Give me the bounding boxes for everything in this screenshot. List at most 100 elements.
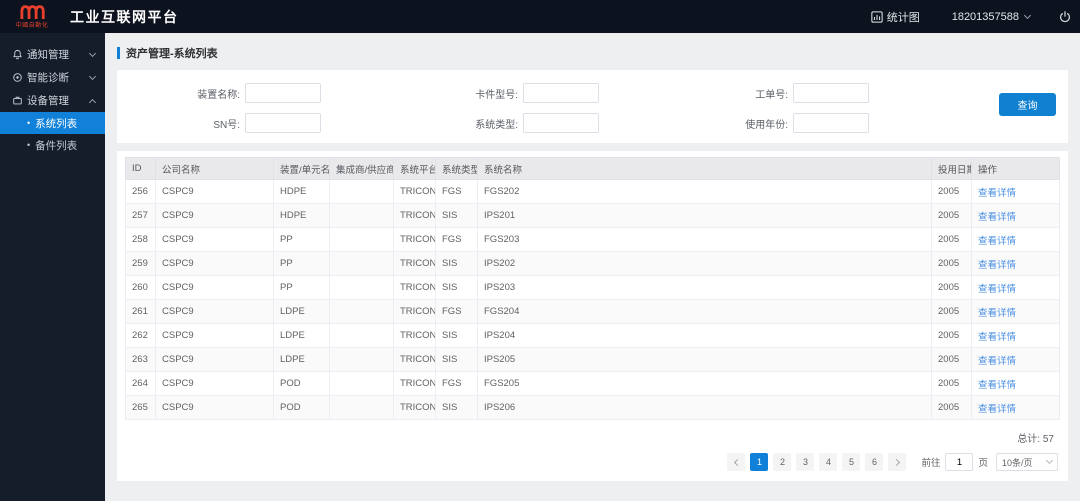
prev-page-button[interactable] [727, 453, 746, 471]
cell-year: 2005 [931, 299, 972, 324]
page-button-1[interactable]: 1 [750, 453, 769, 471]
cell-year: 2005 [931, 251, 972, 276]
column-header: 操作 [971, 157, 1060, 180]
cell-id: 261 [125, 299, 156, 324]
usage-year-input[interactable] [793, 113, 869, 133]
cell-type: SIS [435, 347, 478, 372]
page-buttons: 123456 [750, 453, 884, 471]
chevron-down-icon [1045, 456, 1054, 465]
table-row: 258 CSPC9 PP TRICON FGS FGS203 2005 查看详情 [125, 227, 1060, 252]
view-details-link[interactable]: 查看详情 [978, 308, 1016, 319]
cell-platform: TRICON [393, 371, 436, 396]
user-phone: 18201357588 [951, 10, 1019, 23]
logout-button[interactable] [1058, 10, 1072, 24]
system-type-input[interactable] [523, 113, 599, 133]
table-header-row: ID公司名称装置/单元名称集成商/供应商系统平台系统类型系统名称投用日期操作 [125, 157, 1060, 180]
sidebar-subitem-spare-parts-list[interactable]: • 备件列表 [0, 134, 105, 156]
view-details-link[interactable]: 查看详情 [978, 260, 1016, 271]
next-page-button[interactable] [888, 453, 907, 471]
search-button[interactable]: 查询 [999, 93, 1056, 116]
system-table: ID公司名称装置/单元名称集成商/供应商系统平台系统类型系统名称投用日期操作 2… [125, 157, 1060, 420]
breadcrumb: 资产管理-系统列表 [117, 45, 1068, 61]
filter-grid: 装置名称: 卡件型号: 工单号: SN号: 系统类型: 使用年份: [117, 83, 1068, 133]
user-menu[interactable]: 18201357588 [951, 10, 1032, 23]
page-button-5[interactable]: 5 [842, 453, 861, 471]
table-row: 265 CSPC9 POD TRICON SIS IPS206 2005 查看详情 [125, 395, 1060, 420]
cell-company: CSPC9 [155, 323, 274, 348]
cell-type: FGS [435, 299, 478, 324]
device-name-input[interactable] [245, 83, 321, 103]
table-row: 260 CSPC9 PP TRICON SIS IPS203 2005 查看详情 [125, 275, 1060, 300]
view-details-link[interactable]: 查看详情 [978, 188, 1016, 199]
sidebar-subitem-system-list[interactable]: • 系统列表 [0, 112, 105, 134]
work-order-no-label: 工单号: [755, 89, 788, 101]
sidebar-item-device-mgmt[interactable]: 设备管理 [0, 89, 105, 112]
cell-id: 263 [125, 347, 156, 372]
view-details-link[interactable]: 查看详情 [978, 284, 1016, 295]
cell-company: CSPC9 [155, 227, 274, 252]
cell-company: CSPC9 [155, 179, 274, 204]
cell-vendor [329, 323, 394, 348]
page-button-4[interactable]: 4 [819, 453, 838, 471]
device-name-label: 装置名称: [197, 89, 240, 101]
total-count: 总计: 57 [1017, 434, 1054, 445]
cell-vendor [329, 347, 394, 372]
page-button-3[interactable]: 3 [796, 453, 815, 471]
sidebar-item-notification-mgmt[interactable]: 通知管理 [0, 43, 105, 66]
app-title: 工业互联网平台 [70, 8, 179, 25]
cell-company: CSPC9 [155, 395, 274, 420]
view-details-link[interactable]: 查看详情 [978, 332, 1016, 343]
view-details-link[interactable]: 查看详情 [978, 236, 1016, 247]
goto-page-input[interactable] [945, 453, 974, 471]
cell-name: IPS204 [477, 323, 932, 348]
view-details-link[interactable]: 查看详情 [978, 356, 1016, 367]
cell-type: FGS [435, 371, 478, 396]
cell-actions: 查看详情 [971, 323, 1060, 348]
cell-actions: 查看详情 [971, 347, 1060, 372]
cell-id: 256 [125, 179, 156, 204]
cell-actions: 查看详情 [971, 251, 1060, 276]
cell-id: 259 [125, 251, 156, 276]
page-button-2[interactable]: 2 [773, 453, 792, 471]
column-header: ID [125, 157, 156, 180]
page-button-6[interactable]: 6 [865, 453, 884, 471]
work-order-no-input[interactable] [793, 83, 869, 103]
table-row: 257 CSPC9 HDPE TRICON SIS IPS201 2005 查看详情 [125, 203, 1060, 228]
cell-type: SIS [435, 251, 478, 276]
sidebar-item-smart-diagnosis[interactable]: 智能诊断 [0, 66, 105, 89]
header-right: 统计图 18201357588 [871, 9, 1080, 25]
view-details-link[interactable]: 查看详情 [978, 404, 1016, 415]
main-content: 资产管理-系统列表 装置名称: 卡件型号: 工单号: SN号: 系统类型: 使用年份: 查… [105, 33, 1080, 501]
table-body: 256 CSPC9 HDPE TRICON FGS FGS202 2005 查看详情 257 CS… [125, 179, 1060, 420]
cell-actions: 查看详情 [971, 395, 1060, 420]
cell-platform: TRICON [393, 299, 436, 324]
chevron-left-icon [733, 458, 742, 466]
stats-chart-button[interactable]: 统计图 [871, 9, 920, 25]
cell-unit: HDPE [273, 179, 330, 204]
sn-no-input[interactable] [245, 113, 321, 133]
chevron-right-icon [892, 458, 901, 466]
cell-year: 2005 [931, 227, 972, 252]
cell-name: IPS205 [477, 347, 932, 372]
chevron-down-icon [88, 49, 97, 57]
cell-type: SIS [435, 275, 478, 300]
system-type-label: 系统类型: [475, 119, 518, 131]
stats-chart-label: 统计图 [886, 11, 920, 24]
cell-vendor [329, 395, 394, 420]
card-model-label: 卡件型号: [475, 89, 518, 101]
cell-vendor [329, 371, 394, 396]
column-header: 集成商/供应商 [329, 157, 394, 180]
cell-platform: TRICON [393, 395, 436, 420]
cell-actions: 查看详情 [971, 227, 1060, 252]
view-details-link[interactable]: 查看详情 [978, 212, 1016, 223]
diagnosis-icon [12, 72, 27, 83]
table-row: 256 CSPC9 HDPE TRICON FGS FGS202 2005 查看详情 [125, 179, 1060, 204]
logo-caption: 中國自動化 [15, 23, 49, 29]
page-size-select[interactable]: 10条/页 [996, 453, 1058, 471]
view-details-link[interactable]: 查看详情 [978, 380, 1016, 391]
page-size-label: 10条/页 [1002, 457, 1033, 468]
card-model-input[interactable] [523, 83, 599, 103]
cell-type: SIS [435, 323, 478, 348]
chevron-up-icon [88, 98, 97, 106]
cell-actions: 查看详情 [971, 371, 1060, 396]
